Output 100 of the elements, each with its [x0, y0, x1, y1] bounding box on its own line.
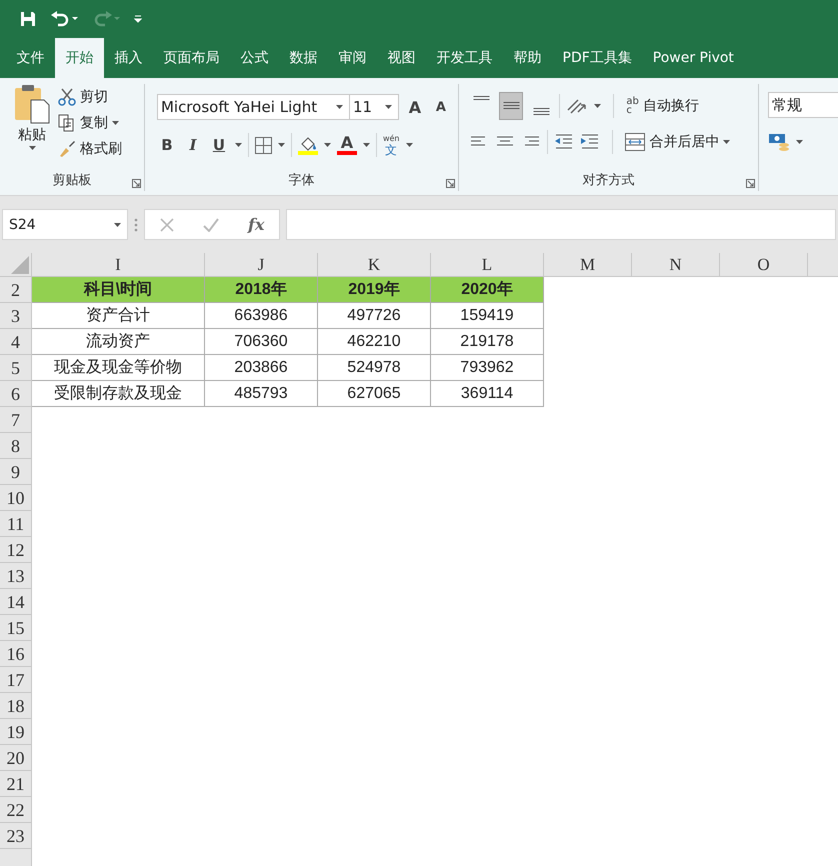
- column-header[interactable]: K: [318, 253, 431, 277]
- currency-icon[interactable]: [768, 132, 790, 152]
- row-header[interactable]: 3: [0, 303, 32, 329]
- ribbon-tab[interactable]: 数据: [279, 38, 328, 78]
- row-header[interactable]: 6: [0, 381, 32, 407]
- row-header[interactable]: 19: [0, 719, 32, 745]
- table-cell: 462210: [318, 329, 431, 355]
- row-header[interactable]: 8: [0, 433, 32, 459]
- vertical-align-button[interactable]: [499, 92, 524, 120]
- ribbon-tab[interactable]: 文件: [6, 38, 55, 78]
- row-header[interactable]: 13: [0, 563, 32, 589]
- table-header-cell: 2018年: [205, 277, 318, 303]
- row-header[interactable]: 2: [0, 277, 32, 303]
- ribbon-tab[interactable]: 页面布局: [153, 38, 230, 78]
- caret-icon: [234, 143, 242, 147]
- insert-function-button[interactable]: fx: [248, 215, 264, 234]
- row-header[interactable]: 10: [0, 485, 32, 511]
- group-label: 字体: [288, 172, 316, 190]
- row-header[interactable]: 18: [0, 693, 32, 719]
- row-header[interactable]: 12: [0, 537, 32, 563]
- cut-button[interactable]: 剪切: [58, 88, 122, 106]
- underline-button[interactable]: U: [208, 136, 229, 154]
- table-cell: 497726: [318, 303, 431, 329]
- table-cell: 706360: [205, 329, 318, 355]
- row-header[interactable]: 21: [0, 771, 32, 797]
- grip-icon: [134, 218, 138, 232]
- row-header[interactable]: 23: [0, 823, 32, 849]
- row-header[interactable]: 22: [0, 797, 32, 823]
- copy-icon: [58, 114, 76, 132]
- table-cell: 资产合计: [32, 303, 205, 329]
- name-box[interactable]: S24: [2, 209, 128, 240]
- dialog-launcher-icon[interactable]: [132, 179, 141, 188]
- column-header[interactable]: I: [32, 253, 205, 277]
- ribbon-tab[interactable]: 审阅: [328, 38, 377, 78]
- check-icon[interactable]: [202, 218, 219, 232]
- caret-icon: [384, 105, 392, 109]
- grow-font-button[interactable]: A: [404, 98, 425, 116]
- caret-icon: [723, 140, 730, 144]
- paste-button[interactable]: 粘贴: [0, 84, 58, 171]
- shrink-font-button[interactable]: A: [430, 100, 451, 114]
- bold-button[interactable]: B: [156, 136, 177, 154]
- group-label: 对齐方式: [582, 172, 636, 190]
- table-cell: 485793: [205, 381, 318, 407]
- dialog-launcher-icon[interactable]: [446, 179, 456, 188]
- copy-button[interactable]: 复制: [58, 114, 122, 132]
- caret-icon: [278, 143, 285, 147]
- row-header[interactable]: 11: [0, 511, 32, 537]
- font-name-dropdown[interactable]: Microsoft YaHei Light: [156, 94, 350, 120]
- group-label: 剪贴板: [51, 172, 92, 190]
- row-header[interactable]: 16: [0, 641, 32, 667]
- increase-indent-icon[interactable]: [580, 134, 600, 150]
- ribbon-tab[interactable]: 开发工具: [426, 38, 503, 78]
- font-color-button[interactable]: A: [336, 135, 357, 155]
- italic-button[interactable]: I: [182, 136, 203, 154]
- caret-icon: [336, 105, 343, 109]
- row-header[interactable]: 15: [0, 615, 32, 641]
- table-cell: 受限制存款及现金: [32, 381, 205, 407]
- undo-icon[interactable]: [50, 11, 78, 27]
- ribbon-tab[interactable]: Power Pivot: [642, 38, 744, 78]
- row-header[interactable]: 14: [0, 589, 32, 615]
- dialog-launcher-icon[interactable]: [746, 179, 755, 188]
- ribbon-tab[interactable]: 视图: [377, 38, 426, 78]
- caret-icon: [594, 104, 602, 108]
- caret-icon: [406, 143, 412, 147]
- table-cell: 159419: [431, 303, 544, 329]
- format-painter-button[interactable]: 格式刷: [58, 140, 122, 158]
- formula-input[interactable]: [286, 209, 836, 240]
- brush-icon: [58, 140, 76, 158]
- row-header[interactable]: 5: [0, 355, 32, 381]
- column-header[interactable]: J: [205, 253, 318, 277]
- merge-center-button[interactable]: 合并后居中: [625, 133, 730, 151]
- ribbon-tab[interactable]: 帮助: [503, 38, 552, 78]
- align-lines-icon: [532, 108, 550, 116]
- table-header-cell: 科目\时间: [32, 277, 205, 303]
- decrease-indent-icon[interactable]: [554, 134, 574, 150]
- ribbon-tab[interactable]: PDF工具集: [552, 38, 642, 78]
- caret-icon: [28, 146, 36, 150]
- ribbon-tab[interactable]: 插入: [104, 38, 153, 78]
- column-header[interactable]: L: [431, 253, 544, 277]
- column-header[interactable]: O: [720, 253, 808, 277]
- ribbon-tab[interactable]: 开始: [55, 38, 104, 78]
- column-header[interactable]: M: [544, 253, 632, 277]
- row-header[interactable]: 4: [0, 329, 32, 355]
- column-header[interactable]: N: [632, 253, 720, 277]
- align-lines-icon: [502, 102, 520, 110]
- table-cell: 793962: [431, 355, 544, 381]
- fill-color-icon[interactable]: [298, 135, 318, 155]
- font-size-dropdown[interactable]: 11: [348, 94, 399, 120]
- borders-icon[interactable]: [254, 136, 272, 154]
- row-header[interactable]: 20: [0, 745, 32, 771]
- phonetic-guide-button[interactable]: wén 文: [382, 134, 400, 156]
- merge-icon: [625, 133, 646, 151]
- clipboard-icon: [14, 84, 50, 124]
- row-header[interactable]: 17: [0, 667, 32, 693]
- align-lines-icon: [472, 96, 490, 101]
- row-header[interactable]: 9: [0, 459, 32, 485]
- number-format-dropdown[interactable]: 常规: [768, 92, 838, 118]
- row-header[interactable]: 7: [0, 407, 32, 433]
- ribbon-tab[interactable]: 公式: [230, 38, 279, 78]
- customize-toolbar-icon[interactable]: [134, 15, 142, 23]
